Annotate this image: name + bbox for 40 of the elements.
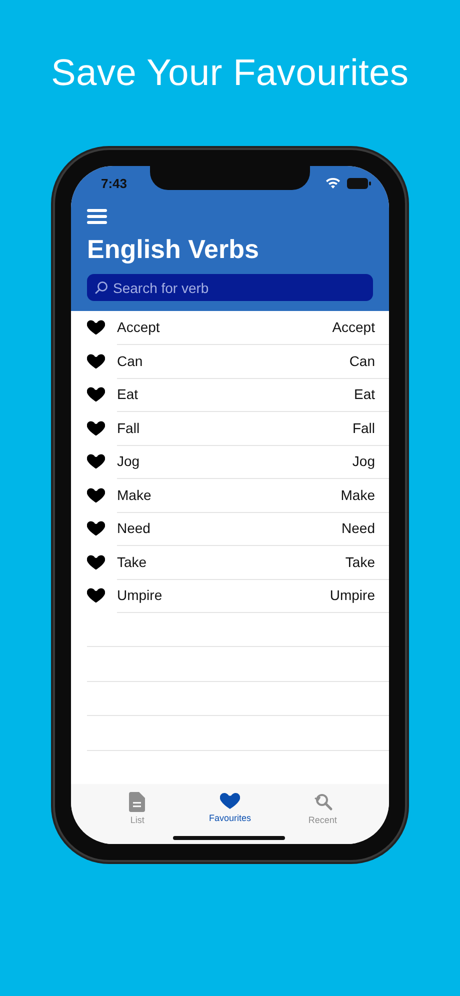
tab[interactable]: List	[97, 784, 178, 844]
translation-label: Eat	[354, 386, 375, 402]
status-time: 7:43	[101, 176, 128, 190]
headline: Save Your Favourites	[51, 52, 409, 95]
translation-label: Need	[342, 520, 375, 536]
translation-label: Make	[340, 486, 375, 503]
translation-label: Fall	[352, 420, 375, 436]
search-field[interactable]: Search for verb	[87, 274, 373, 301]
translation-label: Accept	[332, 319, 375, 336]
verb-label: Umpire	[117, 587, 162, 604]
verb-label: Need	[117, 520, 150, 536]
verb-label: Jog	[117, 453, 140, 470]
translation-label: Take	[345, 554, 375, 570]
verb-label: Fall	[117, 420, 140, 436]
heart-icon[interactable]	[87, 486, 105, 504]
translation-label: Umpire	[330, 587, 375, 604]
heart-icon[interactable]	[87, 352, 105, 370]
document-icon	[129, 792, 146, 812]
search-history-icon	[312, 792, 333, 812]
verb-label: Take	[117, 554, 147, 570]
menu-icon[interactable]	[87, 209, 107, 224]
wifi-icon	[325, 177, 341, 189]
heart-icon[interactable]	[87, 587, 105, 604]
heart-icon[interactable]	[87, 520, 105, 538]
translation-label: Jog	[352, 453, 375, 470]
tab[interactable]: Favourites	[190, 784, 270, 844]
heart-icon[interactable]	[87, 319, 105, 336]
verb-label: Accept	[117, 319, 160, 336]
heart-icon	[220, 792, 240, 810]
tab[interactable]: Recent	[282, 784, 363, 844]
heart-icon[interactable]	[87, 420, 105, 437]
translation-label: Can	[349, 352, 375, 369]
battery-icon	[347, 178, 371, 188]
verb-label: Eat	[117, 386, 138, 402]
heart-icon[interactable]	[87, 386, 105, 404]
heart-icon[interactable]	[87, 453, 105, 470]
screen-title: English Verbs	[87, 233, 260, 266]
verb-label: Make	[117, 486, 152, 503]
heart-icon[interactable]	[87, 554, 105, 571]
verb-label: Can	[117, 352, 143, 369]
